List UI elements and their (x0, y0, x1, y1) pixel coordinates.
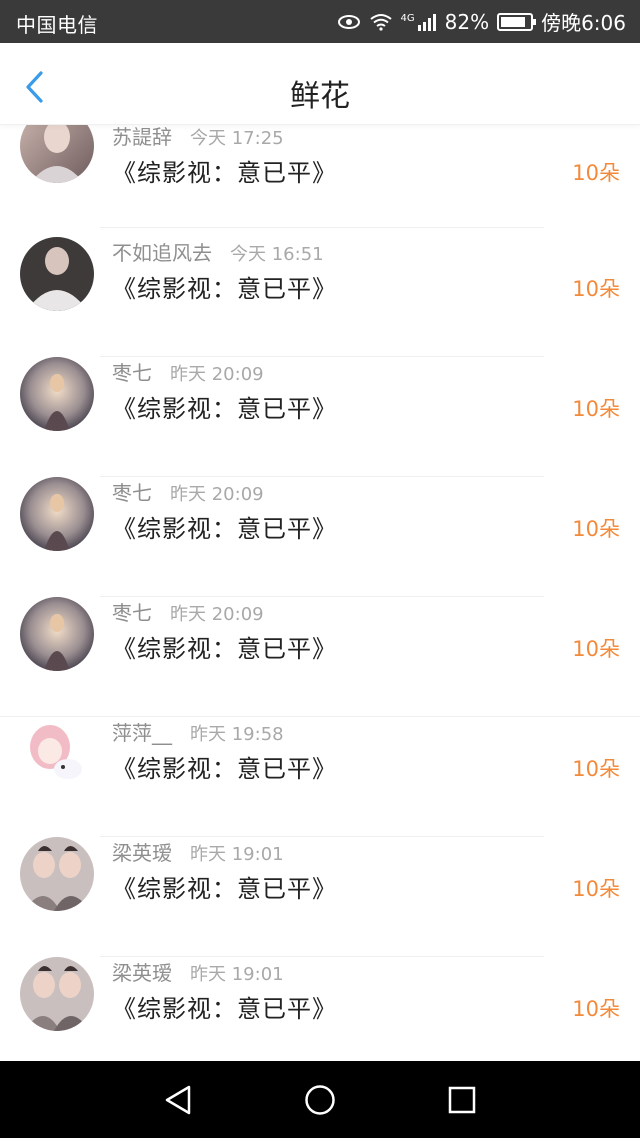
user-name: 枣七 (112, 601, 152, 625)
flower-count: 10朵 (572, 637, 620, 661)
carrier-label: 中国电信 (16, 13, 98, 37)
network-type-label: 4G (400, 12, 415, 24)
eye-comfort-icon (337, 14, 361, 30)
flower-count: 10朵 (572, 517, 620, 541)
list-item[interactable]: 枣七 昨天 20:09 《综影视：意已平》 10朵 (0, 357, 640, 477)
list-item[interactable]: 枣七 昨天 20:09 《综影视：意已平》 10朵 (0, 597, 640, 717)
list-item[interactable]: 萍萍__ 昨天 19:58 《综影视：意已平》 10朵 (0, 717, 640, 837)
user-name: 梁英瑷 (112, 961, 172, 985)
circle-home-icon (305, 1084, 335, 1115)
list-item[interactable]: 苏諟辞 今天 17:25 《综影视：意已平》 10朵 (0, 125, 640, 237)
title-bar: 鲜花 (0, 43, 640, 125)
back-nav-button[interactable] (138, 1061, 218, 1138)
user-avatar[interactable] (20, 125, 94, 183)
timestamp: 昨天 19:58 (190, 724, 284, 745)
page-title: 鲜花 (290, 79, 350, 114)
user-name: 梁英瑷 (112, 841, 172, 865)
system-nav-bar (0, 1061, 640, 1138)
timestamp: 今天 17:25 (190, 128, 284, 149)
flower-count: 10朵 (572, 161, 620, 185)
user-avatar[interactable] (20, 957, 94, 1031)
user-avatar[interactable] (20, 357, 94, 431)
book-title[interactable]: 《综影视：意已平》 (112, 749, 337, 784)
square-recents-icon (448, 1086, 476, 1113)
recents-nav-button[interactable] (422, 1061, 502, 1138)
user-avatar[interactable] (20, 717, 94, 791)
book-title[interactable]: 《综影视：意已平》 (112, 509, 337, 544)
timestamp: 昨天 20:09 (170, 484, 264, 505)
triangle-back-icon (165, 1085, 191, 1114)
timestamp: 昨天 19:01 (190, 844, 284, 865)
list-item[interactable]: 不如追风去 今天 16:51 《综影视：意已平》 10朵 (0, 237, 640, 357)
user-name: 萍萍__ (112, 721, 172, 745)
timestamp: 昨天 20:09 (170, 604, 264, 625)
book-title[interactable]: 《综影视：意已平》 (112, 153, 337, 188)
user-name: 枣七 (112, 481, 152, 505)
user-name: 苏諟辞 (112, 125, 172, 149)
user-name: 枣七 (112, 361, 152, 385)
clock: 傍晚6:06 (541, 11, 626, 35)
timestamp: 昨天 19:01 (190, 964, 284, 985)
book-title[interactable]: 《综影视：意已平》 (112, 389, 337, 424)
book-title[interactable]: 《综影视：意已平》 (112, 269, 337, 304)
user-avatar[interactable] (20, 837, 94, 911)
book-title[interactable]: 《综影视：意已平》 (112, 989, 337, 1024)
book-title[interactable]: 《综影视：意已平》 (112, 869, 337, 904)
home-nav-button[interactable] (280, 1061, 360, 1138)
list-item[interactable]: 梁英瑷 昨天 19:01 《综影视：意已平》 10朵 (0, 837, 640, 957)
battery-icon (497, 12, 537, 31)
timestamp: 昨天 20:09 (170, 364, 264, 385)
flower-count: 10朵 (572, 757, 620, 781)
user-name: 不如追风去 (112, 241, 212, 265)
flower-count: 10朵 (572, 277, 620, 301)
list-item[interactable]: 梁英瑷 昨天 19:01 《综影视：意已平》 10朵 (0, 957, 640, 1060)
user-avatar[interactable] (20, 597, 94, 671)
book-title[interactable]: 《综影视：意已平》 (112, 629, 337, 664)
signal-icon: 4G (401, 13, 437, 31)
divider (100, 227, 544, 228)
timestamp: 今天 16:51 (230, 244, 324, 265)
battery-percent: 82% (444, 9, 490, 34)
flower-count: 10朵 (572, 877, 620, 901)
status-icons: 4G 82% 傍晚6:06 (337, 7, 626, 36)
flower-record-list[interactable]: 苏諟辞 今天 17:25 《综影视：意已平》 10朵 不如追风去 今天 16:5… (0, 125, 640, 1060)
user-avatar[interactable] (20, 477, 94, 551)
list-item[interactable]: 枣七 昨天 20:09 《综影视：意已平》 10朵 (0, 477, 640, 597)
user-avatar[interactable] (20, 237, 94, 311)
flower-count: 10朵 (572, 397, 620, 421)
status-bar: 中国电信 4G 82% 傍晚6:06 (0, 0, 640, 43)
wifi-icon (369, 13, 393, 31)
flower-count: 10朵 (572, 997, 620, 1021)
